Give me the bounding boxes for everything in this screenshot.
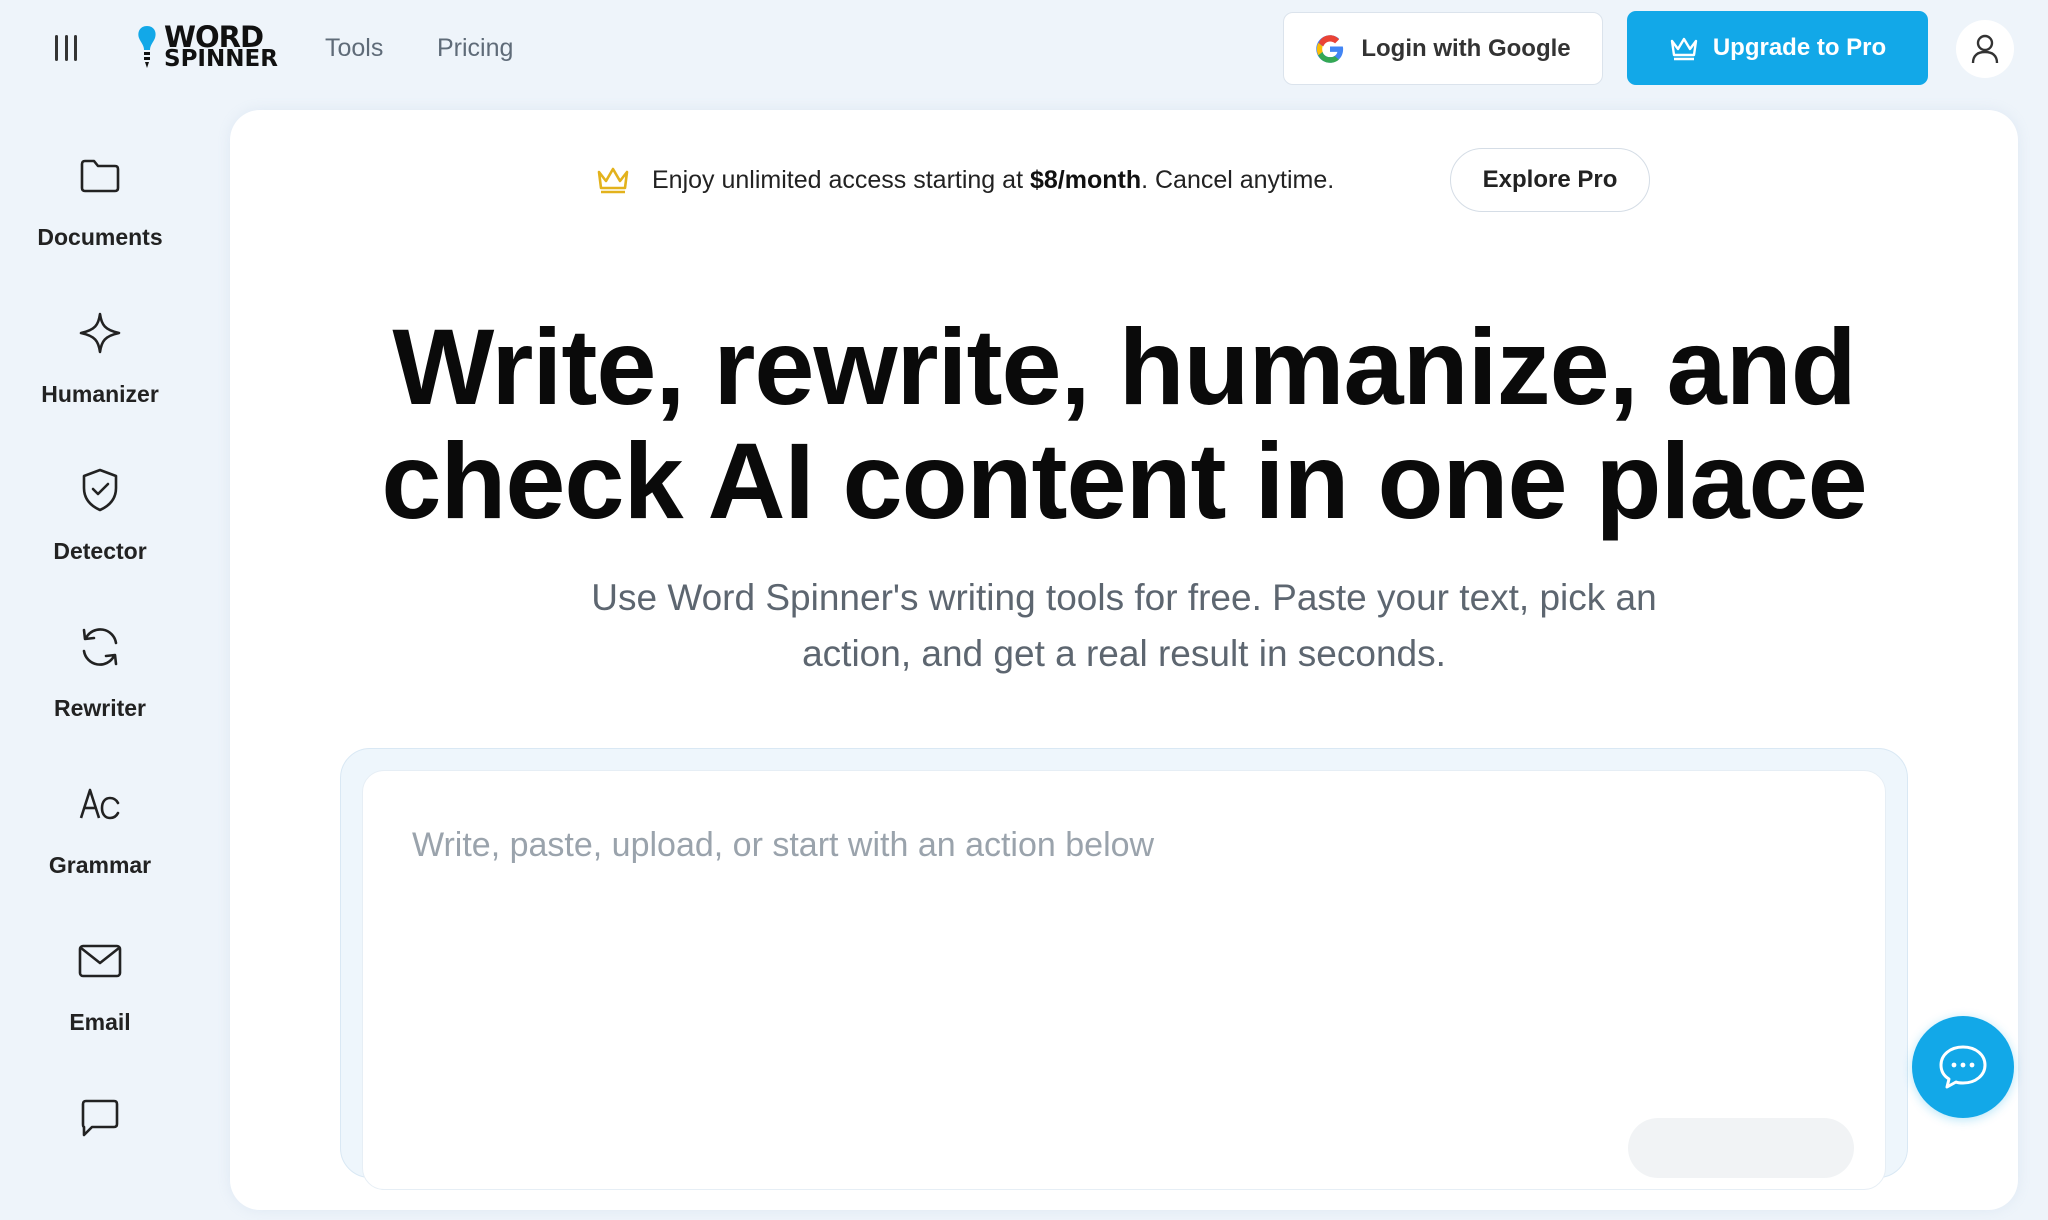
chat-icon [81,1099,119,1137]
refresh-icon [82,628,118,666]
menu-bars-icon[interactable] [50,30,82,66]
user-account-button[interactable] [1956,20,2014,78]
promo-banner: Enjoy unlimited access starting at $8/mo… [596,148,1334,212]
hero-title: Write, rewrite, humanize, and check AI c… [300,310,1948,538]
sidebar-item-detector[interactable]: Detector [0,462,200,592]
login-with-google-button[interactable]: Login with Google [1283,12,1603,85]
hero-subtitle-line-2: action, and get a real result in seconds… [802,633,1446,674]
crown-icon [1670,37,1698,61]
sidebar: Documents Humanizer Detector Rewriter Gr… [0,100,200,1152]
explore-pro-button[interactable]: Explore Pro [1450,148,1650,212]
sidebar-item-label: Grammar [48,852,152,878]
crown-icon [597,167,629,194]
sidebar-item-humanizer[interactable]: Humanizer [0,305,200,435]
hero-subtitle: Use Word Spinner's writing tools for fre… [500,570,1748,682]
sidebar-item-label: Rewriter [53,695,147,721]
chat-bubble-icon [1939,1045,1987,1089]
sidebar-item-label: Email [69,1009,131,1035]
nav-tools[interactable]: Tools [325,34,383,63]
sidebar-item-label: Humanizer [41,381,159,407]
sidebar-item-email[interactable]: Email [0,933,200,1063]
sidebar-item-chat[interactable] [0,1090,200,1220]
sidebar-item-documents[interactable]: Documents [0,148,200,278]
login-label: Login with Google [1361,34,1571,62]
promo-price: $8/month [1029,165,1142,194]
mail-icon [78,944,122,978]
hero-subtitle-line-1: Use Word Spinner's writing tools for fre… [591,577,1657,618]
logo-line-2: SPINNER [164,46,278,72]
nav-pricing[interactable]: Pricing [437,34,513,63]
upgrade-to-pro-button[interactable]: Upgrade to Pro [1627,11,1928,85]
sidebar-item-label: Detector [53,538,147,564]
hero-title-line-2: check AI content in one place [381,420,1867,541]
upgrade-label: Upgrade to Pro [1712,34,1887,61]
sidebar-item-rewriter[interactable]: Rewriter [0,619,200,749]
sparkle-icon [79,312,121,354]
chat-support-button[interactable] [1912,1016,2014,1118]
top-bar: WORD SPINNER Tools Pricing Login with Go… [0,0,2048,100]
logo-line-1: WORD [164,20,264,54]
shield-check-icon [82,468,118,512]
google-logo-icon [1316,34,1344,63]
editor-action-button[interactable] [1628,1118,1854,1178]
sidebar-item-grammar[interactable]: Grammar [0,776,200,906]
logo-text: WORD SPINNER [164,20,278,72]
promo-text: Enjoy unlimited access starting at $8/mo… [652,166,1334,195]
hero-title-line-1: Write, rewrite, humanize, and [392,306,1856,427]
logo[interactable]: WORD SPINNER [136,22,278,74]
editor-placeholder: Write, paste, upload, or start with an a… [412,826,1155,864]
user-icon [1971,34,1999,64]
promo-text-after: . Cancel anytime. [1141,165,1335,194]
folder-icon [80,159,120,193]
promo-text-before: Enjoy unlimited access starting at [652,165,1030,194]
sidebar-item-label: Documents [37,224,163,250]
logo-bulb-icon [138,26,156,68]
grammar-icon [79,788,120,820]
